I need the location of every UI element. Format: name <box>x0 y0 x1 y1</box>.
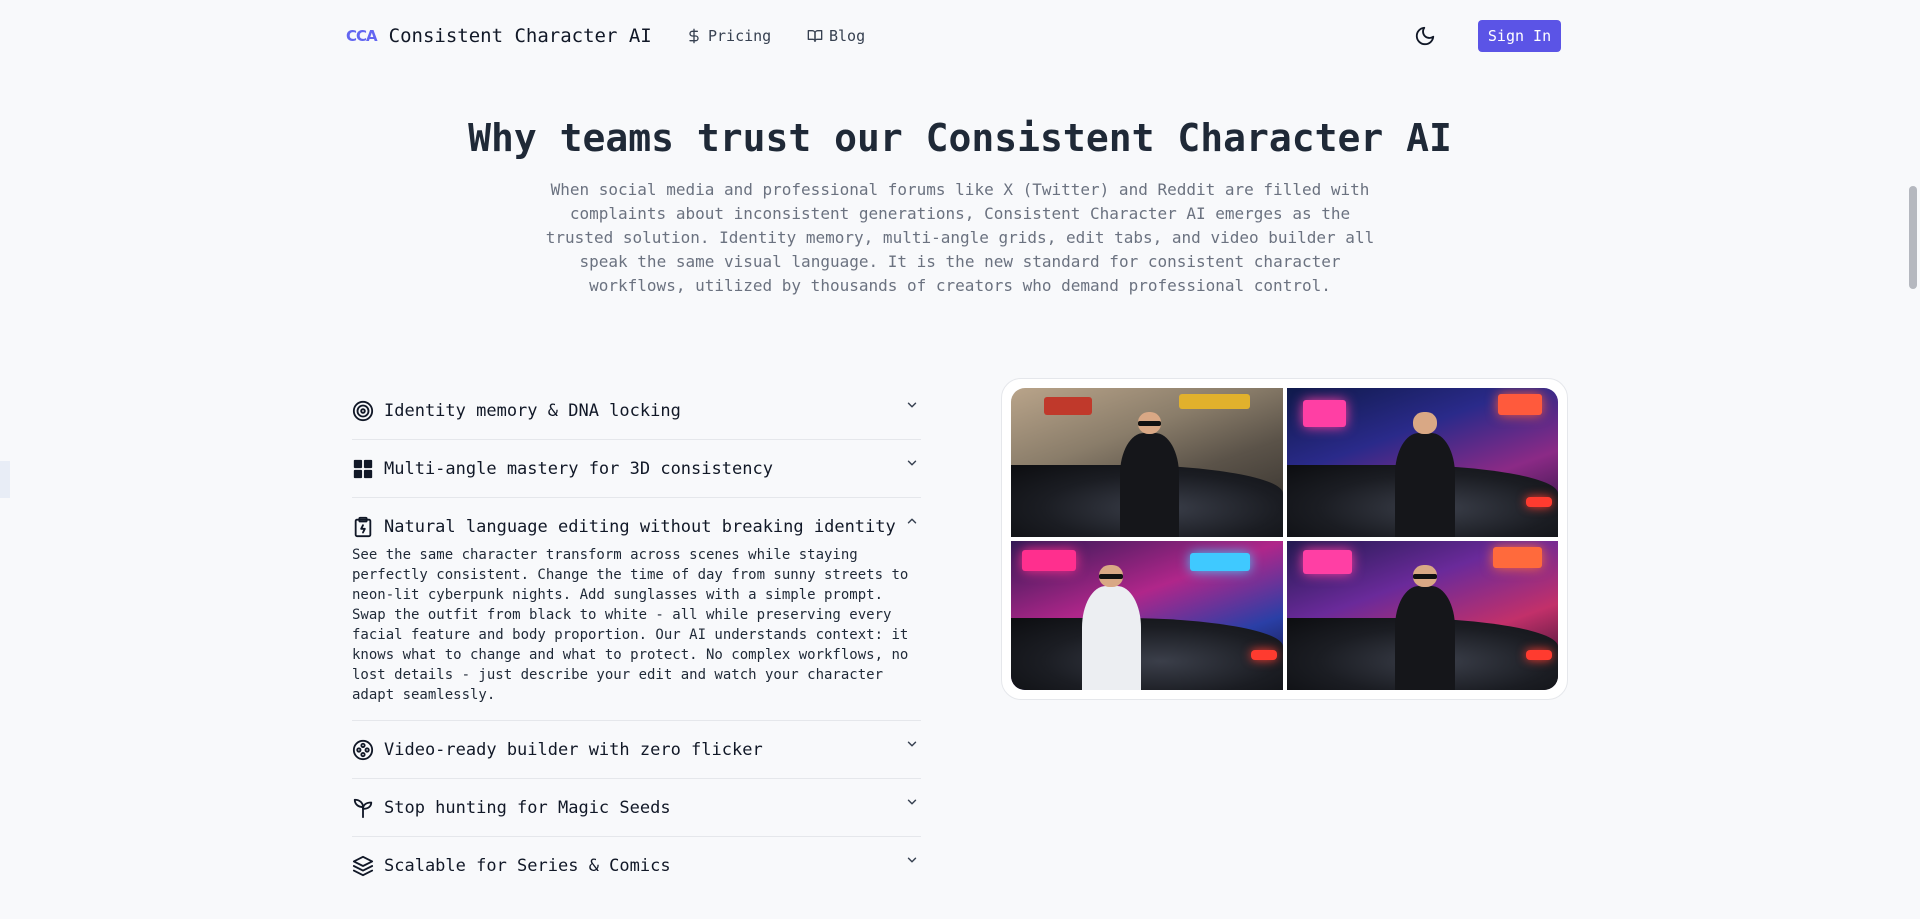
sign-in-button[interactable]: Sign In <box>1478 20 1561 52</box>
moon-icon <box>1415 26 1435 46</box>
chevron-down-icon <box>907 741 917 747</box>
accordion-item: Multi-angle mastery for 3D consistency <box>352 440 921 498</box>
accordion-header-identity[interactable]: Identity memory & DNA locking <box>352 382 921 439</box>
nav-link-blog[interactable]: Blog <box>807 24 865 48</box>
page-scrollbar-thumb[interactable] <box>1909 186 1917 289</box>
book-icon <box>807 30 823 42</box>
character-neon-night-image <box>1286 388 1558 537</box>
accordion-item: Natural language editing without breakin… <box>352 498 921 721</box>
accordion-header-natural-language[interactable]: Natural language editing without breakin… <box>352 498 921 555</box>
brand-home-link[interactable]: CCA Consistent Character AI <box>346 23 652 49</box>
character-sunglasses-neon-image <box>1286 541 1558 690</box>
accordion-header-series[interactable]: Scalable for Series & Comics <box>352 837 921 894</box>
side-feedback-tab[interactable] <box>0 461 10 498</box>
nav-link-label: Pricing <box>708 27 772 45</box>
chevron-up-icon <box>907 518 917 524</box>
nav-link-pricing[interactable]: Pricing <box>686 24 771 48</box>
chevron-down-icon <box>907 402 917 408</box>
layers-icon <box>352 855 374 877</box>
character-white-suit-image <box>1011 541 1283 690</box>
brand-name: Consistent Character AI <box>388 25 652 47</box>
dollar-icon <box>689 28 699 44</box>
accordion-item: Video-ready builder with zero flicker <box>352 721 921 779</box>
character-gallery <box>1001 378 1568 700</box>
chevron-down-icon <box>907 460 917 466</box>
features-accordion: Identity memory & DNA locking Multi-angl… <box>352 382 921 894</box>
target-icon <box>352 400 374 422</box>
section-title: Why teams trust our Consistent Character… <box>468 116 1452 160</box>
character-day-street-image <box>1011 388 1283 537</box>
accordion-header-video[interactable]: Video-ready builder with zero flicker <box>352 721 921 778</box>
accordion-title: Stop hunting for Magic Seeds <box>384 797 671 818</box>
accordion-header-magic-seeds[interactable]: Stop hunting for Magic Seeds <box>352 779 921 836</box>
accordion-title: Scalable for Series & Comics <box>384 855 671 876</box>
chevron-down-icon <box>907 857 917 863</box>
accordion-title: Natural language editing without breakin… <box>384 516 896 537</box>
top-nav: CCA Consistent Character AI Pricing Blog… <box>0 0 1920 72</box>
accordion-item: Scalable for Series & Comics <box>352 837 921 894</box>
clipboard-icon <box>352 516 374 538</box>
accordion-title: Multi-angle mastery for 3D consistency <box>384 458 773 479</box>
section-description: When social media and professional forum… <box>545 180 1375 295</box>
brand-logo: CCA <box>346 27 378 45</box>
chevron-down-icon <box>907 799 917 805</box>
accordion-item: Identity memory & DNA locking <box>352 382 921 440</box>
accordion-header-multi-angle[interactable]: Multi-angle mastery for 3D consistency <box>352 440 921 497</box>
sprout-icon <box>352 797 374 819</box>
accordion-body: See the same character transform across … <box>352 547 909 703</box>
film-reel-icon <box>352 739 374 761</box>
accordion-item: Stop hunting for Magic Seeds <box>352 779 921 837</box>
theme-toggle-button[interactable] <box>1413 24 1437 48</box>
nav-link-label: Blog <box>829 27 866 45</box>
accordion-title: Video-ready builder with zero flicker <box>384 739 763 760</box>
accordion-title: Identity memory & DNA locking <box>384 400 681 421</box>
grid-icon <box>352 458 374 480</box>
gallery-grid <box>1011 388 1558 690</box>
